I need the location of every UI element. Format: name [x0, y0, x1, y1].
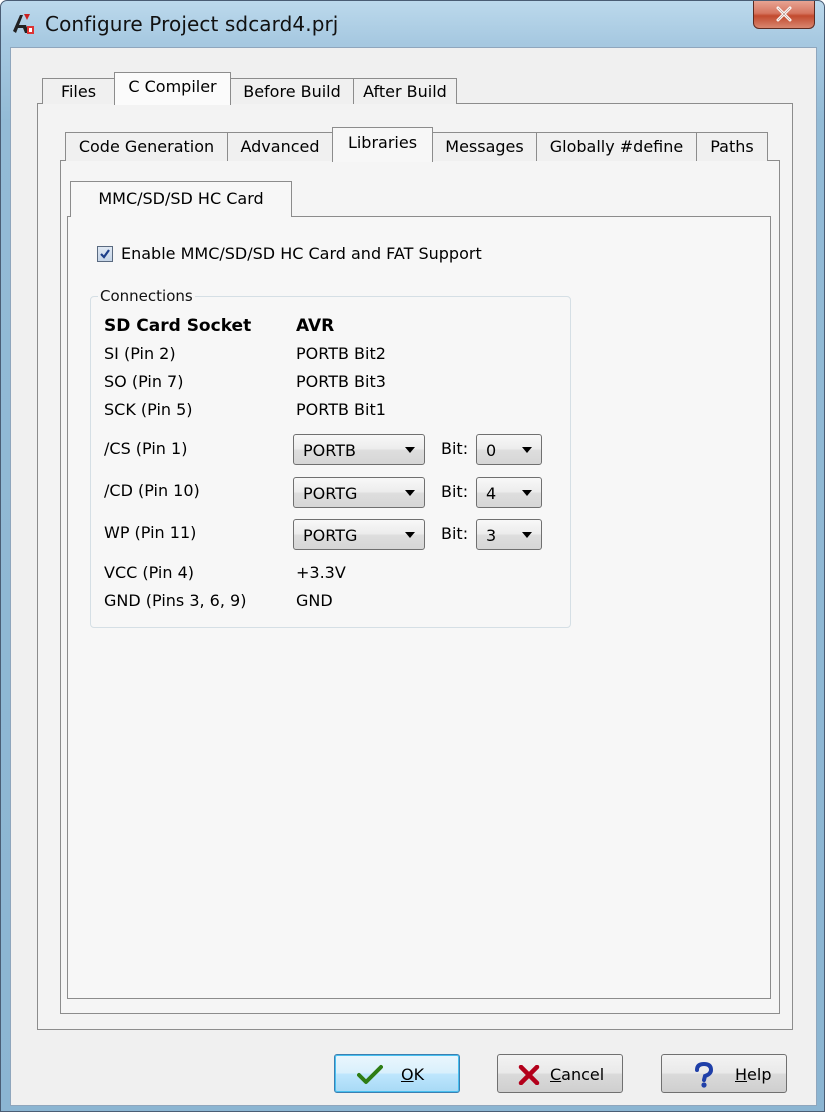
cs-port-value: PORTB: [303, 441, 356, 460]
pin-label-vcc: VCC (Pin 4): [104, 563, 195, 582]
tab-label: Globally #define: [549, 137, 684, 156]
avr-value: PORTB Bit1: [296, 400, 386, 419]
tab-files[interactable]: Files: [42, 78, 115, 104]
tab-libraries[interactable]: Libraries: [332, 127, 433, 162]
tab-label: Advanced: [240, 137, 320, 156]
tab-before-build[interactable]: Before Build: [230, 78, 354, 104]
pin-label-cd: /CD (Pin 10): [104, 481, 200, 500]
wp-port-select[interactable]: PORTG: [293, 519, 425, 550]
cd-port-select[interactable]: PORTG: [293, 477, 425, 508]
ok-label: OK: [401, 1065, 425, 1084]
pin-label-cs: /CS (Pin 1): [104, 439, 188, 458]
bit-label: Bit:: [441, 439, 469, 458]
question-icon: [695, 1062, 714, 1088]
avr-value-gnd: GND: [296, 591, 333, 610]
x-icon: [518, 1065, 540, 1085]
tab-label: MMC/SD/SD HC Card: [98, 189, 264, 208]
header-avr: AVR: [296, 316, 335, 336]
title-bar[interactable]: Configure Project sdcard4.prj: [1, 1, 824, 47]
checkmark-icon: [357, 1065, 383, 1084]
cd-bit-value: 4: [486, 484, 497, 503]
tab-label: C Compiler: [128, 77, 217, 96]
avr-value: PORTB Bit2: [296, 344, 386, 363]
cancel-label: Cancel: [550, 1065, 605, 1084]
tab-c-compiler[interactable]: C Compiler: [114, 72, 231, 105]
cs-port-select[interactable]: PORTB: [293, 434, 425, 465]
tab-code-generation[interactable]: Code Generation: [65, 132, 228, 161]
tab-mmc-sd-card[interactable]: MMC/SD/SD HC Card: [70, 181, 292, 217]
tab-label: Messages: [445, 137, 524, 156]
bit-label: Bit:: [441, 482, 469, 501]
chevron-down-icon: [522, 490, 532, 496]
cs-bit-select[interactable]: 0: [476, 434, 542, 465]
cd-bit-select[interactable]: 4: [476, 477, 542, 508]
chevron-down-icon: [405, 532, 415, 538]
app-icon: [13, 14, 34, 34]
tab-label: After Build: [363, 82, 447, 101]
cs-bit-value: 0: [486, 441, 497, 460]
help-button[interactable]: Help: [661, 1054, 787, 1093]
tab-label: Paths: [710, 137, 754, 156]
chevron-down-icon: [405, 490, 415, 496]
close-icon: [776, 6, 792, 22]
chevron-down-icon: [522, 447, 532, 453]
tab-messages[interactable]: Messages: [432, 132, 537, 161]
dialog-window: Configure Project sdcard4.prj Files C Co…: [0, 0, 825, 1112]
connections-label: Connections: [98, 287, 195, 305]
avr-value-vcc: +3.3V: [296, 563, 346, 582]
wp-bit-select[interactable]: 3: [476, 519, 542, 550]
tab-paths[interactable]: Paths: [696, 132, 768, 161]
chevron-down-icon: [405, 447, 415, 453]
header-sd-card-socket: SD Card Socket: [104, 316, 252, 336]
tab-label: Code Generation: [78, 137, 215, 156]
enable-card-checkbox[interactable]: [97, 246, 113, 262]
wp-port-value: PORTG: [303, 526, 358, 545]
checkmark-icon: [100, 249, 110, 259]
pin-label: SCK (Pin 5): [104, 400, 193, 419]
tab-advanced[interactable]: Advanced: [227, 132, 333, 161]
avr-value: PORTB Bit3: [296, 372, 386, 391]
chevron-down-icon: [522, 532, 532, 538]
pin-label: SO (Pin 7): [104, 372, 184, 391]
cancel-button[interactable]: Cancel: [497, 1054, 623, 1093]
close-button[interactable]: [753, 1, 815, 29]
tab-label: Before Build: [243, 82, 341, 101]
enable-card-label[interactable]: Enable MMC/SD/SD HC Card and FAT Support: [121, 244, 482, 263]
tab-label: Files: [60, 82, 97, 101]
pin-label-wp: WP (Pin 11): [104, 523, 197, 542]
tab-label: Libraries: [347, 133, 418, 152]
pin-label: SI (Pin 2): [104, 344, 176, 363]
cd-port-value: PORTG: [303, 484, 358, 503]
bit-label: Bit:: [441, 524, 469, 543]
help-label: Help: [735, 1065, 772, 1084]
tab-globally-define[interactable]: Globally #define: [536, 132, 697, 161]
tab-after-build[interactable]: After Build: [353, 78, 457, 104]
pin-label-gnd: GND (Pins 3, 6, 9): [104, 591, 247, 610]
ok-button[interactable]: OK: [334, 1054, 460, 1093]
window-title: Configure Project sdcard4.prj: [45, 12, 339, 36]
wp-bit-value: 3: [486, 526, 497, 545]
